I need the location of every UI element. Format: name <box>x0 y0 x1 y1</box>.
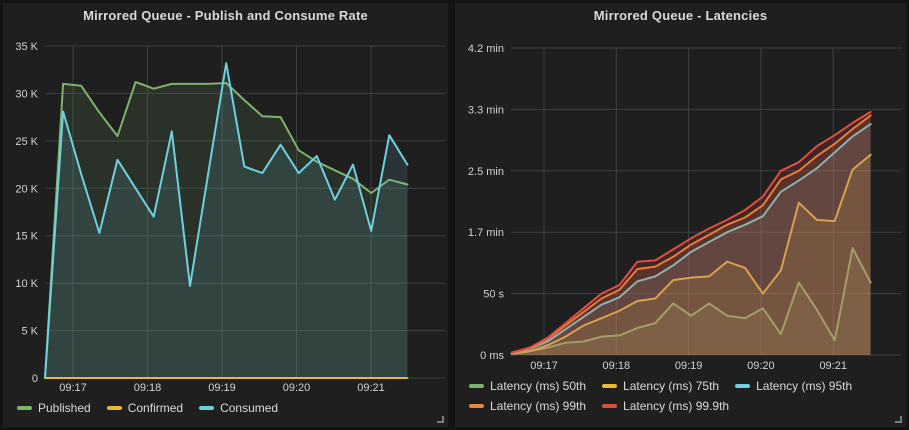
legend-series-dash-icon <box>199 406 214 410</box>
svg-text:30 K: 30 K <box>15 88 38 100</box>
svg-text:09:21: 09:21 <box>819 360 847 372</box>
svg-text:4.2 min: 4.2 min <box>468 43 504 55</box>
legend-series-dash-icon <box>735 384 750 388</box>
legend-series-label[interactable]: Confirmed <box>128 401 183 415</box>
legend-series-label[interactable]: Latency (ms) 99th <box>490 399 586 413</box>
legend-item[interactable]: Published <box>17 398 91 418</box>
svg-text:09:20: 09:20 <box>747 360 775 372</box>
svg-text:25 K: 25 K <box>15 136 38 148</box>
legend-series-label[interactable]: Latency (ms) 50th <box>490 379 586 393</box>
svg-text:0 ms: 0 ms <box>480 350 504 362</box>
legend-item[interactable]: Latency (ms) 75th <box>602 376 719 396</box>
legend-series-dash-icon <box>602 404 617 408</box>
legend-series-dash-icon <box>17 406 32 410</box>
rate-chart-legend: Published Confirmed Consumed <box>3 398 448 418</box>
svg-text:3.3 min: 3.3 min <box>468 104 504 116</box>
rate-chart[interactable]: 0 5 K 10 K 15 K 20 K 25 K 30 K 35 K 09:17 09:18 09… <box>3 29 448 395</box>
legend-item[interactable]: Latency (ms) 99th <box>469 396 586 416</box>
svg-text:0: 0 <box>32 373 38 385</box>
svg-text:10 K: 10 K <box>15 278 38 290</box>
svg-text:15 K: 15 K <box>15 231 38 243</box>
panel-resize-handle-icon[interactable] <box>437 416 444 423</box>
svg-text:2.5 min: 2.5 min <box>468 166 504 178</box>
legend-item[interactable]: Latency (ms) 95th <box>735 376 852 396</box>
svg-text:09:21: 09:21 <box>357 382 385 394</box>
legend-series-dash-icon <box>469 384 484 388</box>
svg-text:35 K: 35 K <box>15 41 38 53</box>
svg-text:5 K: 5 K <box>21 326 38 338</box>
panel-title[interactable]: Mirrored Queue - Publish and Consume Rat… <box>3 3 448 29</box>
dashboard: Mirrored Queue - Publish and Consume Rat… <box>0 0 909 430</box>
legend-series-label[interactable]: Latency (ms) 99.9th <box>623 399 729 413</box>
latency-chart[interactable]: 0 ms 50 s 1.7 min 2.5 min 3.3 min 4.2 min 09:1… <box>455 29 906 373</box>
svg-text:09:19: 09:19 <box>208 382 236 394</box>
svg-text:09:19: 09:19 <box>675 360 703 372</box>
legend-series-dash-icon <box>602 384 617 388</box>
svg-text:09:18: 09:18 <box>603 360 631 372</box>
legend-item[interactable]: Latency (ms) 50th <box>469 376 586 396</box>
legend-series-label[interactable]: Latency (ms) 75th <box>623 379 719 393</box>
latency-chart-legend: Latency (ms) 50th Latency (ms) 75th Latenc… <box>455 376 906 416</box>
panel-publish-consume-rate: Mirrored Queue - Publish and Consume Rat… <box>3 3 448 427</box>
svg-text:09:17: 09:17 <box>530 360 558 372</box>
panel-latencies: Mirrored Queue - Latencies 0 ms 50 s 1.7 m… <box>455 3 906 427</box>
legend-series-label[interactable]: Published <box>38 401 91 415</box>
svg-text:09:17: 09:17 <box>59 382 87 394</box>
legend-series-label[interactable]: Latency (ms) 95th <box>756 379 852 393</box>
svg-text:09:18: 09:18 <box>134 382 162 394</box>
svg-text:50 s: 50 s <box>483 289 504 301</box>
legend-series-label[interactable]: Consumed <box>220 401 278 415</box>
legend-series-dash-icon <box>107 406 122 410</box>
panel-title[interactable]: Mirrored Queue - Latencies <box>455 3 906 29</box>
svg-text:09:20: 09:20 <box>283 382 311 394</box>
svg-text:20 K: 20 K <box>15 183 38 195</box>
legend-item[interactable]: Consumed <box>199 398 278 418</box>
legend-series-dash-icon <box>469 404 484 408</box>
legend-item[interactable]: Latency (ms) 99.9th <box>602 396 729 416</box>
panel-resize-handle-icon[interactable] <box>895 416 902 423</box>
svg-text:1.7 min: 1.7 min <box>468 227 504 239</box>
legend-item[interactable]: Confirmed <box>107 398 183 418</box>
